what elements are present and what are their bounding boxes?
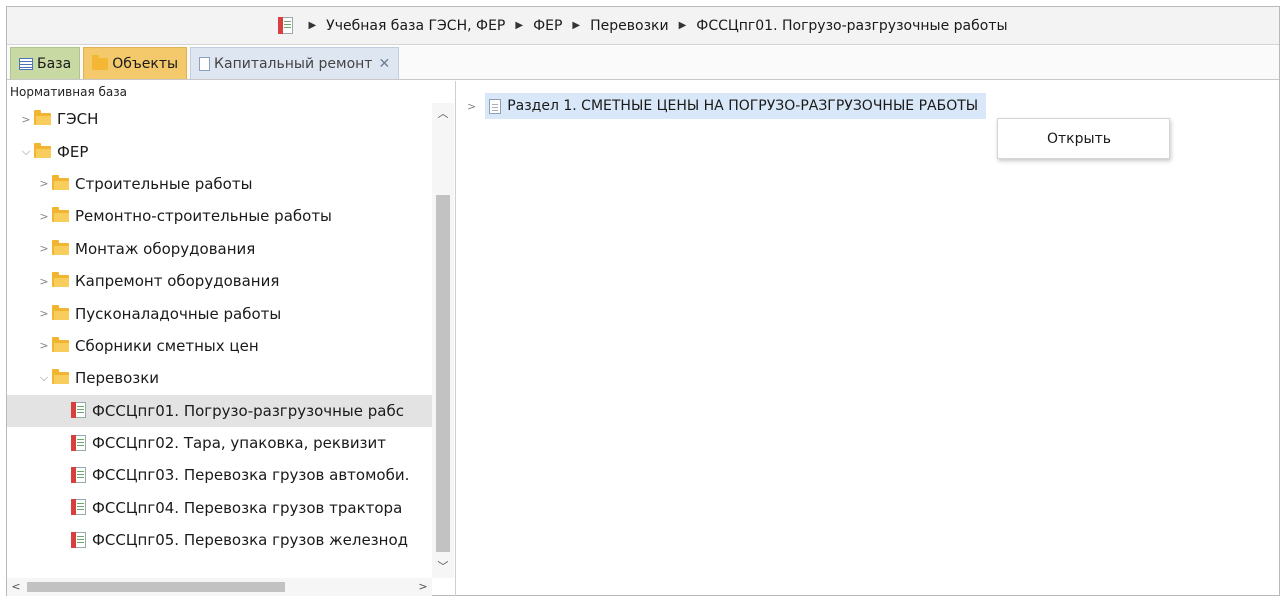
section-item[interactable]: Раздел 1. СМЕТНЫЕ ЦЕНЫ НА ПОГРУЗО-РАЗГРУ… xyxy=(485,93,987,119)
tab-bar: База Объекты Капитальный ремонт ✕ xyxy=(7,46,1279,80)
chevron-right-icon[interactable]: > xyxy=(39,307,49,320)
vertical-scrollbar[interactable]: ︿ ﹀ xyxy=(432,103,454,578)
app-window: ▶ Учебная база ГЭСН, ФЕР ▶ ФЕР ▶ Перевоз… xyxy=(6,6,1280,596)
folder-icon xyxy=(52,207,69,223)
collection-icon xyxy=(71,531,86,549)
tree-item-transport[interactable]: ⌵ Перевозки xyxy=(7,362,432,394)
tab-base[interactable]: База xyxy=(10,47,81,79)
breadcrumb-item[interactable]: Перевозки xyxy=(590,18,668,34)
scroll-down-icon[interactable]: ﹀ xyxy=(432,556,454,578)
chevron-right-icon[interactable]: > xyxy=(39,177,49,190)
tree-item-label: ФССЦпг05. Перевозка грузов железнод xyxy=(92,531,409,550)
tree-item-label: ФЕР xyxy=(57,142,89,161)
panel-title: Нормативная база xyxy=(10,85,127,99)
tree-item-fsscpg05[interactable]: ФССЦпг05. Перевозка грузов железнод xyxy=(7,524,432,556)
tree-item-label: ФССЦпг03. Перевозка грузов автомоби. xyxy=(92,466,410,485)
tree-item-label: Ремонтно-строительные работы xyxy=(75,207,332,226)
chevron-down-icon[interactable]: ⌵ xyxy=(39,371,49,385)
breadcrumb-item[interactable]: Учебная база ГЭСН, ФЕР xyxy=(326,18,505,34)
folder-icon xyxy=(52,336,69,352)
tab-capital-repair[interactable]: Капитальный ремонт ✕ xyxy=(190,47,400,79)
tab-label: Объекты xyxy=(112,55,179,72)
tree-item-label: Монтаж оборудования xyxy=(75,239,256,258)
tree-item-label: Пусконаладочные работы xyxy=(75,304,282,323)
tree-item-fsscpg04[interactable]: ФССЦпг04. Перевозка грузов трактора xyxy=(7,492,432,524)
chevron-down-icon[interactable]: ⌵ xyxy=(21,145,31,159)
folder-icon xyxy=(52,304,69,320)
tree-item-construction[interactable]: > Строительные работы xyxy=(7,168,432,200)
collection-icon xyxy=(71,499,86,516)
folder-icon xyxy=(34,142,51,158)
tree-item-label: Перевозки xyxy=(75,369,160,388)
tree-item-equipment-install[interactable]: > Монтаж оборудования xyxy=(7,233,432,265)
breadcrumb-separator-icon: ▶ xyxy=(678,20,687,31)
tree-item-label: Строительные работы xyxy=(75,174,253,193)
normative-base-panel: Нормативная база > ГЭСН ⌵ ФЕР > Строител… xyxy=(7,81,456,596)
tab-label: База xyxy=(37,55,72,72)
tree-item-fsscpg03[interactable]: ФССЦпг03. Перевозка грузов автомоби. xyxy=(7,459,432,491)
breadcrumb-separator-icon: ▶ xyxy=(572,20,581,31)
chevron-right-icon[interactable]: > xyxy=(21,113,31,126)
folder-icon xyxy=(52,174,69,190)
horizontal-scrollbar[interactable]: < > xyxy=(7,578,432,596)
tree-item-price-collections[interactable]: > Сборники сметных цен xyxy=(7,330,432,362)
tree-item-label: Капремонт оборудования xyxy=(75,272,280,291)
context-menu: Открыть xyxy=(997,118,1170,159)
chevron-right-icon[interactable]: > xyxy=(39,275,49,288)
folder-icon xyxy=(52,369,69,385)
chevron-right-icon[interactable]: > xyxy=(39,242,49,255)
tree-item-equipment-overhaul[interactable]: > Капремонт оборудования xyxy=(7,265,432,297)
tree-view: > ГЭСН ⌵ ФЕР > Строительные работы > Рем… xyxy=(7,103,432,578)
tree-item-fsscpg02[interactable]: ФССЦпг02. Тара, упаковка, реквизит xyxy=(7,427,432,459)
breadcrumb: ▶ Учебная база ГЭСН, ФЕР ▶ ФЕР ▶ Перевоз… xyxy=(7,7,1279,45)
tree-item-label: Сборники сметных цен xyxy=(75,336,259,355)
section-row[interactable]: > Раздел 1. СМЕТНЫЕ ЦЕНЫ НА ПОГРУЗО-РАЗГ… xyxy=(467,92,987,120)
folder-icon xyxy=(52,239,69,255)
tree-item-gesn[interactable]: > ГЭСН xyxy=(7,103,432,135)
tree-item-label: ФССЦпг04. Перевозка грузов трактора xyxy=(92,498,403,517)
tree-item-label: ГЭСН xyxy=(57,110,99,129)
context-menu-open[interactable]: Открыть xyxy=(1047,131,1111,147)
scroll-left-icon[interactable]: < xyxy=(7,578,25,596)
tree-item-label: ФССЦпг01. Погрузо-разгрузочные рабс xyxy=(92,401,404,420)
close-icon[interactable]: ✕ xyxy=(378,56,390,72)
chevron-right-icon[interactable]: > xyxy=(39,339,49,352)
collection-icon xyxy=(71,466,86,484)
page-icon xyxy=(199,56,211,71)
folder-icon xyxy=(34,110,51,126)
tab-objects[interactable]: Объекты xyxy=(83,47,188,79)
chevron-right-icon[interactable]: > xyxy=(467,100,476,113)
breadcrumb-separator-icon: ▶ xyxy=(308,20,317,31)
scroll-right-icon[interactable]: > xyxy=(414,578,432,596)
tab-label: Капитальный ремонт xyxy=(214,55,373,72)
scrollbar-thumb[interactable] xyxy=(27,582,285,592)
breadcrumb-item[interactable]: ФЕР xyxy=(533,18,562,34)
section-label: Раздел 1. СМЕТНЫЕ ЦЕНЫ НА ПОГРУЗО-РАЗГРУ… xyxy=(507,98,979,114)
grid-icon xyxy=(19,57,33,70)
tree-item-fsscpg01[interactable]: ФССЦпг01. Погрузо-разгрузочные рабс xyxy=(7,394,432,427)
tree-item-repair-construction[interactable]: > Ремонтно-строительные работы xyxy=(7,200,432,232)
tree-item-commissioning[interactable]: > Пусконаладочные работы xyxy=(7,297,432,329)
folder-icon xyxy=(52,272,69,288)
tree-item-fer[interactable]: ⌵ ФЕР xyxy=(7,135,432,167)
page-icon xyxy=(489,98,502,114)
tree-item-label: ФССЦпг02. Тара, упаковка, реквизит xyxy=(92,434,387,453)
scroll-up-icon[interactable]: ︿ xyxy=(432,103,454,125)
collection-icon xyxy=(278,16,294,35)
breadcrumb-separator-icon: ▶ xyxy=(515,20,524,31)
content-panel: > Раздел 1. СМЕТНЫЕ ЦЕНЫ НА ПОГРУЗО-РАЗГ… xyxy=(457,81,1279,596)
collection-icon xyxy=(71,402,86,419)
scrollbar-thumb[interactable] xyxy=(436,195,450,552)
breadcrumb-item[interactable]: ФССЦпг01. Погрузо-разгрузочные работы xyxy=(696,18,1007,34)
chevron-right-icon[interactable]: > xyxy=(39,210,49,223)
folder-icon xyxy=(92,54,109,70)
collection-icon xyxy=(71,434,86,452)
